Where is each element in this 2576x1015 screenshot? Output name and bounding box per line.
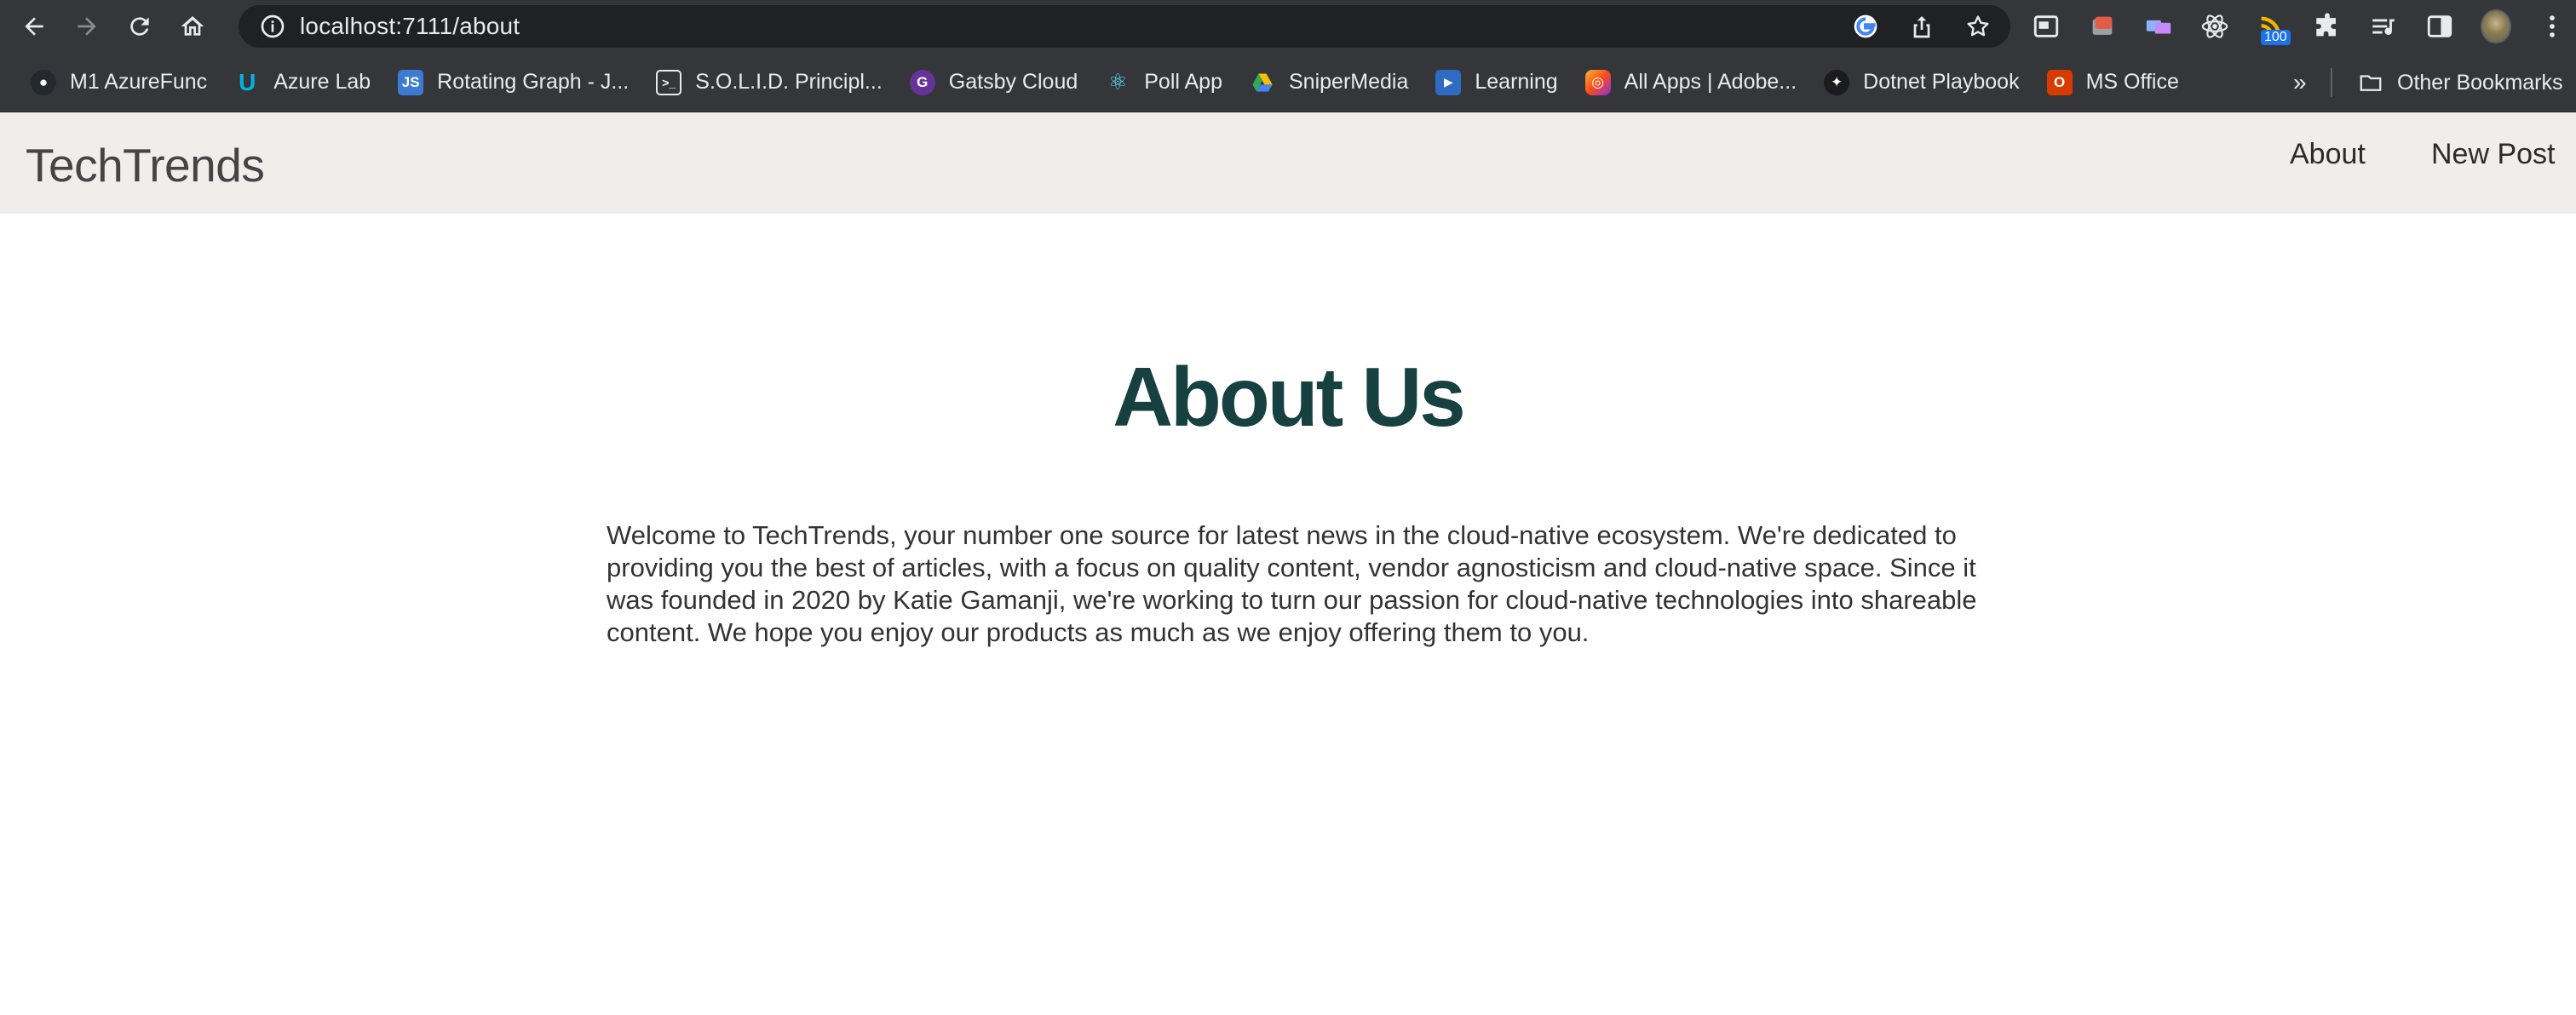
office-icon: O [2046, 69, 2073, 95]
bookmark-ms-office[interactable]: O MS Office [2033, 64, 2193, 101]
back-button[interactable] [12, 4, 56, 49]
about-paragraph: Welcome to TechTrends, your number one s… [607, 520, 1977, 647]
bookmark-label: Learning [1475, 70, 1558, 94]
udacity-icon: U [239, 68, 256, 95]
bookmark-star-icon[interactable] [1964, 13, 1992, 40]
arrow-left-icon [25, 17, 43, 36]
react-devtools-icon[interactable] [2199, 11, 2230, 42]
nav-new-post-link[interactable]: New Post [2431, 138, 2556, 171]
arrow-right-icon [78, 17, 96, 36]
extensions-puzzle-icon[interactable] [2312, 11, 2343, 42]
adobe-icon: ◎ [1584, 69, 1611, 95]
bookmark-label: Dotnet Playbook [1863, 70, 2020, 94]
side-panel-icon[interactable] [2424, 11, 2455, 42]
extension-badge: 100 [2261, 30, 2291, 45]
share-icon[interactable] [1908, 13, 1935, 40]
extension-icons: 100 [2031, 5, 2567, 48]
google-icon[interactable] [1852, 13, 1879, 40]
reload-button[interactable] [118, 4, 162, 49]
js-icon: JS [398, 69, 424, 95]
bookmarks-divider [2331, 68, 2332, 97]
rss-extension-icon[interactable]: 100 [2256, 11, 2291, 45]
bookmark-dotnet-playbook[interactable]: ✦ Dotnet Playbook [1810, 64, 2033, 101]
bookmark-label: SniperMedia [1289, 70, 1409, 94]
bookmark-m1-azurefunc[interactable]: ● M1 AzureFunc [17, 64, 221, 101]
reload-icon [130, 17, 149, 36]
bookmark-label: M1 AzureFunc [70, 70, 208, 94]
bookmarks-overflow-button[interactable]: » [2293, 53, 2307, 112]
url-text[interactable]: localhost:7111/about [300, 13, 520, 40]
address-bar[interactable]: localhost:7111/about [239, 5, 2010, 48]
bookmark-label: Azure Lab [273, 70, 371, 94]
bookmark-learning[interactable]: ▶ Learning [1422, 64, 1571, 101]
extension-window-icon[interactable] [2031, 11, 2061, 42]
forward-button[interactable] [65, 4, 109, 49]
site-navbar: TechTrends About New Post [0, 112, 2576, 214]
home-button[interactable] [170, 4, 215, 49]
bookmark-poll-app[interactable]: ⚛ Poll App [1091, 64, 1236, 101]
playbook-icon: ✦ [1824, 69, 1850, 95]
browser-menu-icon[interactable] [2537, 11, 2567, 42]
extension-screens-icon[interactable] [2143, 11, 2174, 42]
bookmark-label: Gatsby Cloud [948, 70, 1078, 94]
page-title: About Us [1113, 350, 1466, 444]
bookmark-label: Poll App [1144, 70, 1222, 94]
bookmark-label: Rotating Graph - J... [437, 70, 630, 94]
video-icon: ▶ [1435, 69, 1462, 95]
bookmarks-bar: ● M1 AzureFunc U Azure Lab JS Rotating G… [0, 53, 2576, 112]
bookmark-label: All Apps | Adobe... [1624, 70, 1797, 94]
react-icon: ⚛ [1107, 69, 1128, 95]
bookmark-rotating-graph[interactable]: JS Rotating Graph - J... [384, 64, 642, 101]
other-bookmarks-folder[interactable]: Other Bookmarks [2344, 64, 2576, 101]
bookmark-label: S.O.L.I.D. Principl... [695, 70, 883, 94]
google-drive-icon [1250, 70, 1275, 95]
extension-tabs-icon[interactable] [2087, 11, 2118, 42]
profile-avatar[interactable] [2481, 9, 2511, 43]
bookmark-snipermedia[interactable]: SniperMedia [1236, 64, 1422, 101]
info-icon[interactable] [259, 13, 286, 40]
bookmark-azure-lab[interactable]: U Azure Lab [221, 64, 384, 101]
bookmark-gatsby-cloud[interactable]: G Gatsby Cloud [896, 64, 1091, 101]
github-icon: ● [31, 69, 56, 95]
media-queue-icon[interactable] [2368, 11, 2399, 42]
gatsby-icon: G [909, 69, 935, 95]
nav-about-link[interactable]: About [2290, 138, 2366, 171]
bookmark-label: MS Office [2085, 70, 2179, 94]
brand-link[interactable]: TechTrends [26, 138, 265, 192]
browser-toolbar: localhost:7111/about 100 [0, 0, 2576, 53]
other-bookmarks-label: Other Bookmarks [2397, 70, 2563, 95]
folder-icon [2358, 70, 2383, 95]
bookmark-all-apps-adobe[interactable]: ◎ All Apps | Adobe... [1572, 64, 1810, 101]
terminal-icon: >_ [656, 69, 682, 95]
bookmark-solid-principles[interactable]: >_ S.O.L.I.D. Principl... [642, 64, 896, 101]
home-icon [181, 16, 204, 36]
